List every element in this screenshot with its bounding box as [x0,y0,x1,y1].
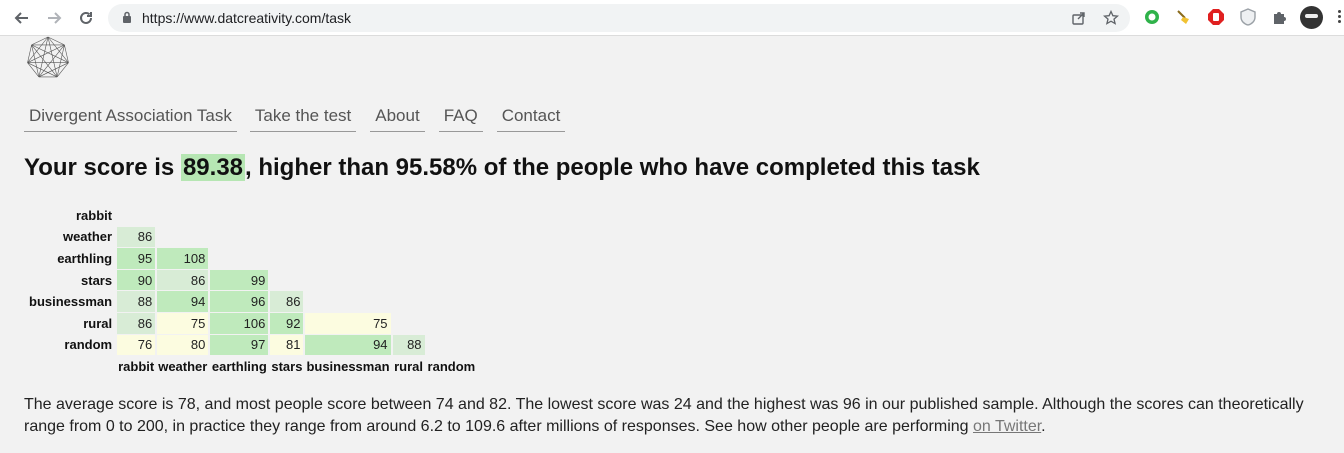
matrix-row: rural 86 75 106 92 75 [26,312,476,334]
row-word-label: random [64,337,113,353]
matrix-cell: 99 [210,269,269,291]
score-value: 89.38 [180,154,246,181]
nav-faq[interactable]: FAQ [438,104,483,132]
word-distance-matrix: rabbit weather 86 earthling 95 108 stars 90 86 99… [24,204,478,378]
matrix-row: stars 90 86 99 [26,269,476,291]
bookmark-star-icon[interactable] [1102,9,1120,27]
matrix-cell: 81 [270,334,304,356]
score-description: The average score is 78, and most people… [24,394,1324,438]
score-prefix: Your score is [24,154,181,181]
row-word-label: rural [83,315,113,331]
nav-take-the-test[interactable]: Take the test [249,104,357,132]
reload-icon[interactable] [74,6,98,30]
twitter-link[interactable]: on Twitter [973,418,1041,435]
lock-icon [122,11,132,29]
site-logo[interactable] [23,36,73,80]
matrix-row: rabbit [26,205,476,226]
matrix-cell: 97 [210,334,269,356]
url-text: https://www.datcreativity.com/task [142,10,352,26]
matrix-cell: 88 [117,291,156,312]
matrix-cell: 88 [392,334,425,356]
matrix-cell: 86 [270,291,304,312]
broom-extension-icon[interactable] [1174,7,1194,27]
matrix-cell: 86 [157,269,209,291]
matrix-row: weather 86 [26,226,476,248]
row-word-label: stars [81,272,113,288]
column-word-label: weather [158,358,208,374]
matrix-cell: 76 [117,334,156,356]
matrix-column-header-row: rabbit weather earthling stars businessman ru… [26,356,476,377]
matrix-cell: 96 [210,291,269,312]
share-icon[interactable] [1070,9,1088,27]
matrix-cell: 90 [117,269,156,291]
score-headline: Your score is 89.38, higher than 95.58% … [24,154,980,182]
column-word-label: stars [271,358,303,374]
puzzle-extensions-icon[interactable] [1270,7,1290,27]
matrix-cell: 86 [117,226,156,248]
back-arrow-icon[interactable] [10,6,34,30]
matrix-cell: 86 [117,312,156,334]
row-word-label: weather [62,229,113,245]
address-bar[interactable]: https://www.datcreativity.com/task [108,4,1130,32]
profile-avatar[interactable] [1300,6,1323,29]
matrix-cell: 106 [210,312,269,334]
row-word-label: earthling [57,250,113,266]
column-word-label: earthling [211,358,267,374]
matrix-cell: 92 [270,312,304,334]
nav-divergent-association-task[interactable]: Divergent Association Task [24,104,237,132]
matrix-row: earthling 95 108 [26,248,476,269]
matrix-cell: 80 [157,334,209,356]
matrix-cell: 75 [157,312,209,334]
row-word-label: rabbit [75,207,113,223]
description-end: . [1041,418,1046,435]
main-nav: Divergent Association Task Take the test… [24,104,579,132]
nav-about[interactable]: About [370,104,425,132]
nav-contact[interactable]: Contact [496,104,566,132]
description-text: The average score is 78, and most people… [24,396,1304,435]
matrix-cell: 94 [157,291,209,312]
matrix-cell: 94 [305,334,391,356]
matrix-cell: 95 [117,248,156,269]
column-word-label: rural [394,358,423,374]
forward-arrow-icon[interactable] [42,6,66,30]
matrix-cell: 108 [157,248,209,269]
column-word-label: rabbit [118,358,155,374]
browser-menu-icon[interactable] [1334,8,1344,28]
score-suffix: , higher than 95.58% of the people who h… [245,154,980,181]
matrix-row: random 76 80 97 81 94 88 [26,334,476,356]
column-word-label: businessman [306,358,390,374]
row-word-label: businessman [29,294,113,310]
matrix-cell: 75 [305,312,391,334]
column-word-label: random [427,358,476,374]
shield-extension-icon[interactable] [1238,7,1258,27]
matrix-row: businessman 88 94 96 86 [26,291,476,312]
red-stop-extension-icon[interactable] [1206,7,1226,27]
browser-toolbar: https://www.datcreativity.com/task [0,0,1344,36]
green-circle-extension-icon[interactable] [1142,7,1162,27]
